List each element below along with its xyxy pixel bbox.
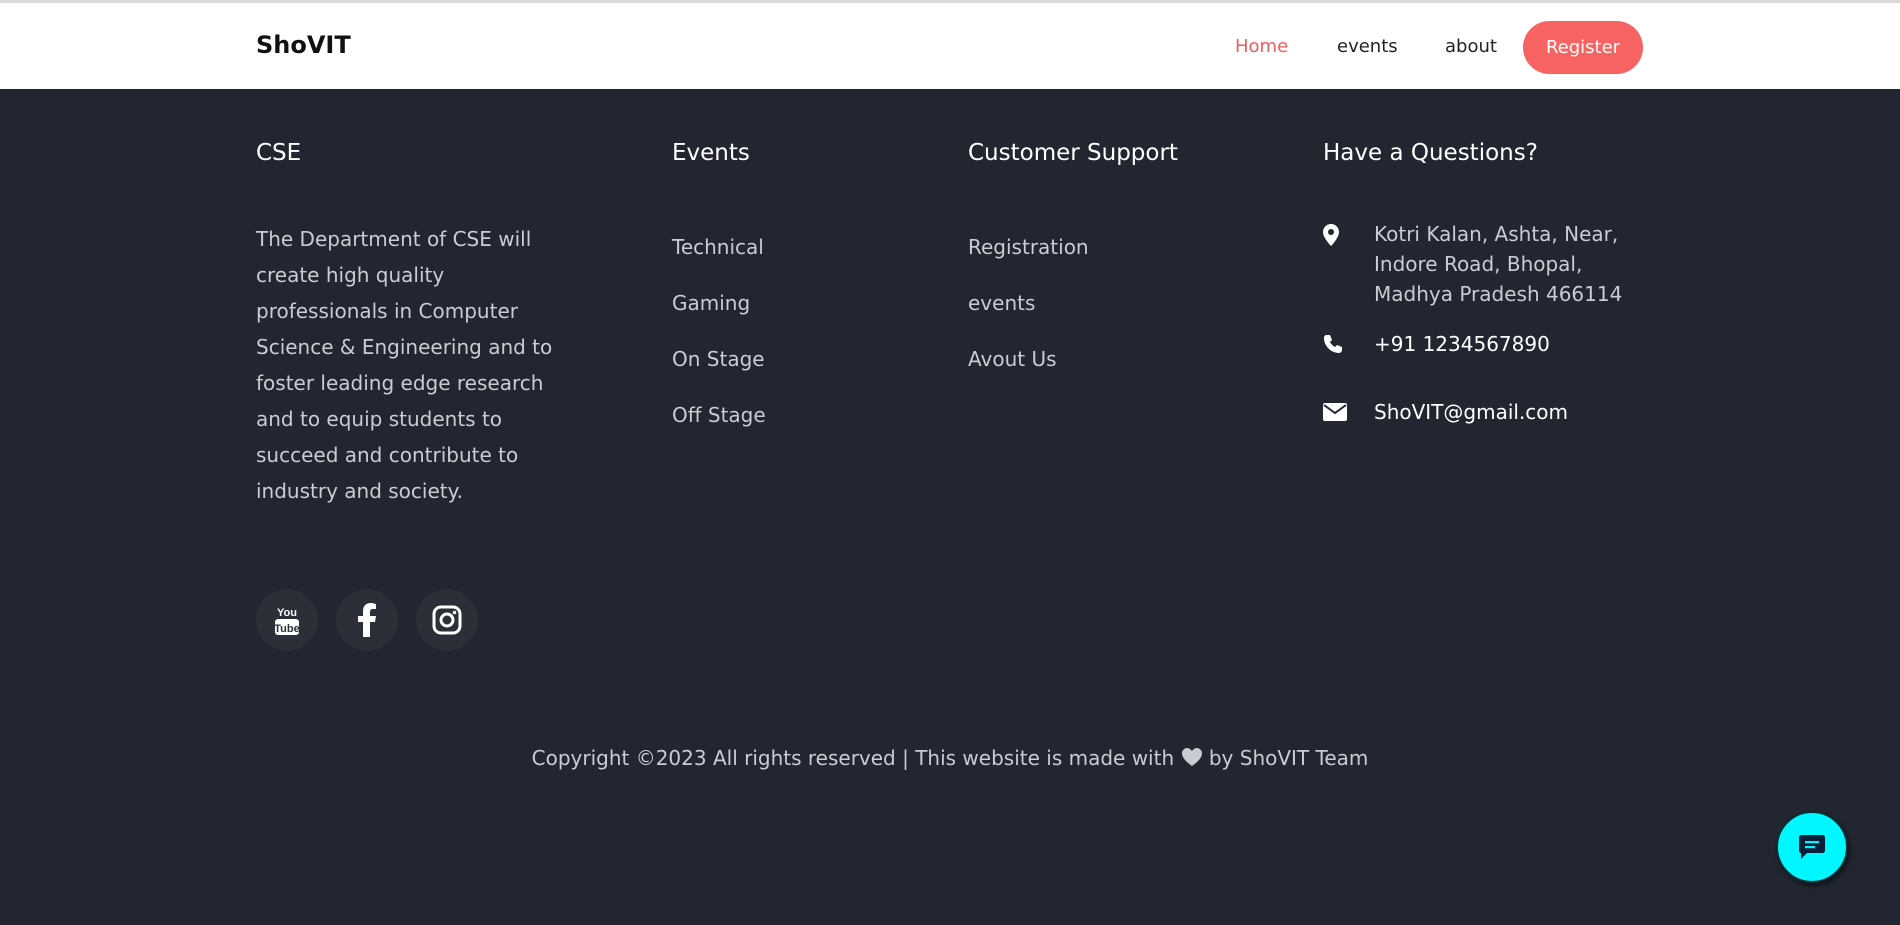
- support-title: Customer Support: [968, 140, 1178, 166]
- support-link-registration[interactable]: Registration: [968, 235, 1089, 259]
- svg-text:Tube: Tube: [274, 623, 299, 635]
- nav-link-events[interactable]: events: [1337, 36, 1398, 57]
- phone-icon: [1324, 335, 1342, 353]
- navbar: ShoVIT Home events about Register: [0, 3, 1900, 89]
- events-link-off-stage[interactable]: Off Stage: [672, 403, 766, 427]
- youtube-button[interactable]: You Tube: [256, 589, 318, 651]
- instagram-button[interactable]: [416, 589, 478, 651]
- contact-email[interactable]: ShoVIT@gmail.com: [1374, 397, 1568, 427]
- copyright-text-before: Copyright ©2023 All rights reserved | Th…: [531, 746, 1175, 770]
- instagram-icon: [432, 605, 462, 635]
- svg-text:You: You: [277, 607, 297, 619]
- about-description: The Department of CSE will create high q…: [256, 227, 553, 503]
- heart-icon: [1181, 748, 1202, 766]
- support-link-about-us[interactable]: Avout Us: [968, 347, 1057, 371]
- chat-bubble-icon: [1799, 835, 1825, 859]
- youtube-icon: You Tube: [274, 607, 300, 635]
- brand-logo[interactable]: ShoVIT: [256, 31, 351, 59]
- contact-phone[interactable]: +91 1234567890: [1374, 329, 1550, 359]
- contact-title: Have a Questions?: [1323, 140, 1538, 166]
- about-title: CSE: [256, 140, 302, 166]
- events-link-on-stage[interactable]: On Stage: [672, 347, 765, 371]
- copyright: Copyright ©2023 All rights reserved | Th…: [0, 746, 1900, 770]
- facebook-button[interactable]: [336, 589, 398, 651]
- chat-button[interactable]: [1776, 811, 1848, 883]
- map-marker-icon: [1323, 224, 1339, 246]
- support-link-events[interactable]: events: [968, 291, 1035, 315]
- events-link-gaming[interactable]: Gaming: [672, 291, 750, 315]
- events-link-technical[interactable]: Technical: [672, 235, 764, 259]
- footer: CSE The Department of CSE will create hi…: [0, 89, 1900, 925]
- contact-address: Kotri Kalan, Ashta, Near, Indore Road, B…: [1374, 222, 1623, 306]
- copyright-text-after: by ShoVIT Team: [1208, 746, 1369, 770]
- nav-link-about[interactable]: about: [1445, 36, 1497, 57]
- register-button[interactable]: Register: [1523, 21, 1643, 74]
- facebook-icon: [358, 603, 376, 637]
- envelope-icon: [1323, 403, 1347, 421]
- nav-link-home[interactable]: Home: [1235, 36, 1288, 57]
- events-title: Events: [672, 140, 750, 166]
